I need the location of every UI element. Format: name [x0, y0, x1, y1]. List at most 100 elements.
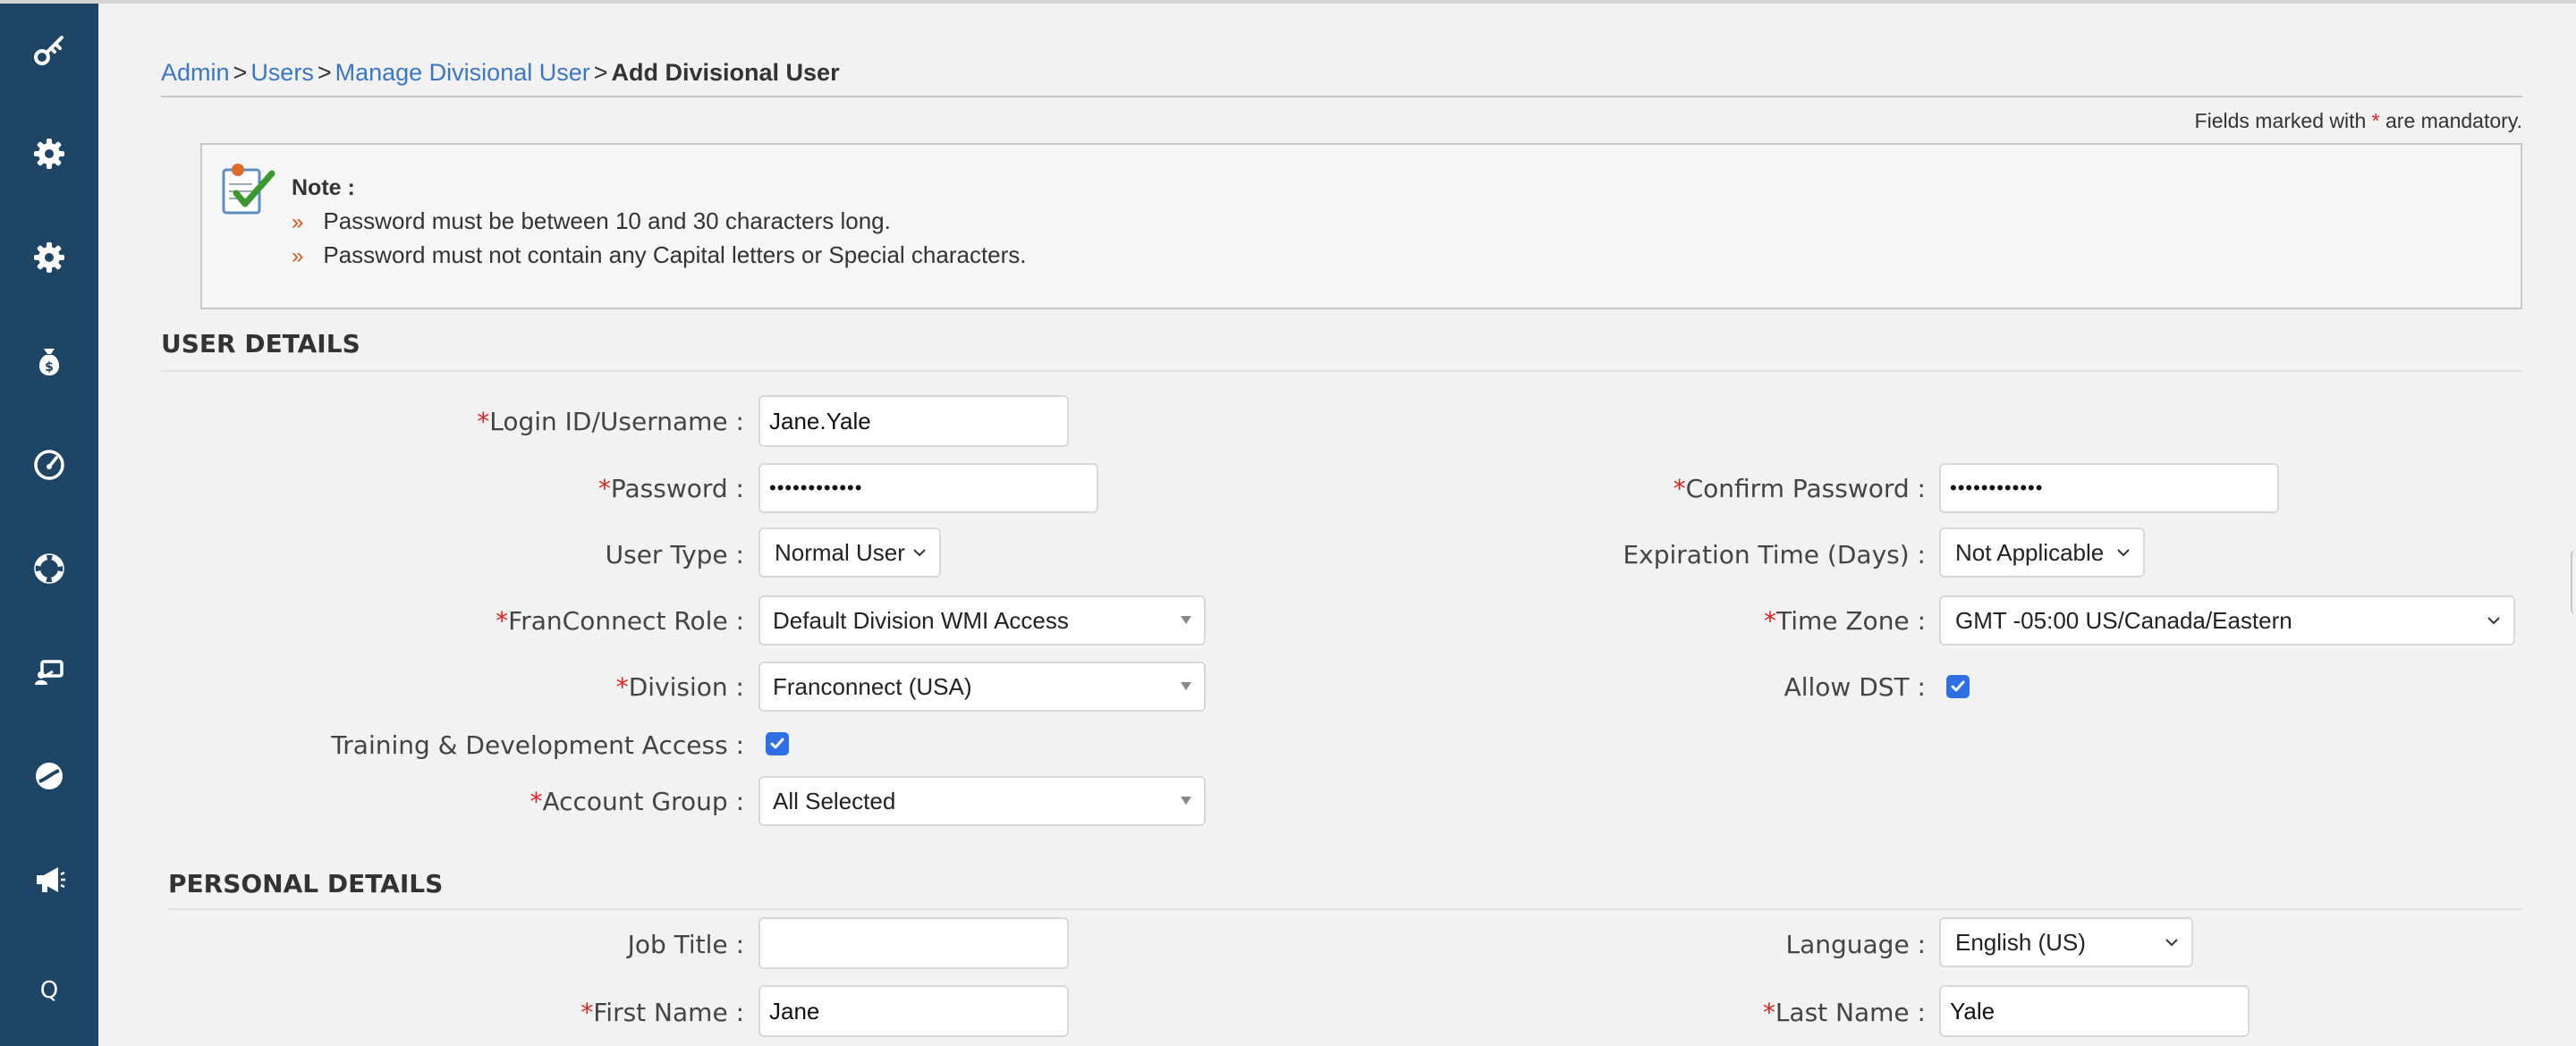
confirm-password-input[interactable]: •••••••••••• — [1939, 463, 2279, 513]
mandatory-hint: Fields marked with * are mandatory. — [2195, 109, 2522, 133]
franconnect-role-select[interactable]: Default Division WMI Access — [758, 595, 1206, 645]
bullet-mark: » — [292, 210, 304, 234]
mandatory-prefix: Fields marked with — [2194, 109, 2367, 132]
user-type-label: User Type : — [605, 540, 744, 569]
user-details-heading: USER DETAILS — [161, 329, 360, 359]
required-mark: * — [477, 407, 490, 436]
sidebar: $ Q — [0, 4, 98, 1046]
required-mark: * — [1673, 474, 1686, 503]
breadcrumb-users[interactable]: Users — [250, 59, 314, 86]
dropdown-arrow-icon — [1181, 616, 1191, 624]
chevron-down-icon — [2487, 617, 2500, 625]
note-item-text: Password must not contain any Capital le… — [323, 241, 1027, 268]
franconnect-role-value: Default Division WMI Access — [773, 606, 1069, 634]
division-label-text: Division : — [628, 672, 744, 702]
breadcrumb-separator: > — [593, 59, 608, 86]
note-box: Note : » Password must be between 10 and … — [200, 143, 2522, 309]
time-zone-select[interactable]: GMT -05:00 US/Canada/Eastern — [1939, 595, 2515, 645]
password-input[interactable]: •••••••••••• — [758, 463, 1098, 513]
breadcrumb-admin[interactable]: Admin — [161, 59, 230, 86]
account-group-value: All Selected — [773, 787, 896, 814]
bullet-mark: » — [292, 244, 304, 268]
required-mark: * — [597, 474, 611, 503]
breadcrumb-separator: > — [233, 59, 248, 86]
breadcrumb-divider — [161, 96, 2522, 97]
dropdown-arrow-icon — [1181, 797, 1191, 805]
key-icon[interactable] — [24, 25, 74, 75]
checkmark-icon — [1951, 680, 1965, 692]
confirm-password-label-text: Confirm Password : — [1685, 474, 1926, 503]
breadcrumb-current: Add Divisional User — [611, 59, 840, 86]
last-name-label-text: Last Name : — [1775, 998, 1926, 1027]
top-shadow-line — [0, 0, 2576, 4]
section-divider — [161, 370, 2522, 372]
checkmark-icon — [770, 738, 784, 749]
training-access-label: Training & Development Access : — [331, 730, 744, 760]
note-item-text: Password must be between 10 and 30 chara… — [323, 207, 891, 234]
training-icon[interactable] — [24, 647, 74, 697]
last-name-label: *Last Name : — [1763, 998, 1926, 1027]
chevron-down-icon — [2117, 549, 2130, 557]
job-title-input[interactable] — [758, 917, 1069, 969]
login-label: *Login ID/Username : — [477, 407, 744, 436]
user-type-value: Normal User — [775, 538, 905, 566]
allow-dst-label: Allow DST : — [1784, 672, 1926, 702]
money-bag-icon[interactable]: $ — [24, 336, 74, 386]
gear-icon[interactable] — [24, 232, 74, 283]
megaphone-icon[interactable] — [24, 855, 74, 905]
chevron-down-icon — [2165, 939, 2178, 947]
language-label: Language : — [1785, 930, 1926, 959]
division-select[interactable]: Franconnect (USA) — [758, 662, 1206, 712]
first-name-input[interactable]: Jane — [758, 985, 1069, 1037]
confirm-password-label: *Confirm Password : — [1674, 474, 1926, 503]
login-username-input[interactable]: Jane.Yale — [758, 395, 1069, 447]
required-mark: * — [1763, 606, 1776, 636]
first-name-label: *First Name : — [580, 998, 744, 1027]
required-mark: * — [2371, 109, 2380, 132]
first-name-label-text: First Name : — [593, 998, 744, 1027]
personal-details-heading: PERSONAL DETAILS — [168, 869, 444, 898]
account-group-select[interactable]: All Selected — [758, 776, 1206, 826]
user-type-select[interactable]: Normal User — [758, 527, 941, 578]
note-item: » Password must be between 10 and 30 char… — [292, 207, 891, 235]
account-group-label: *Account Group : — [530, 787, 744, 816]
job-title-label: Job Title : — [627, 930, 744, 959]
expiration-label: Expiration Time (Days) : — [1623, 540, 1926, 569]
clipboard-check-icon — [218, 161, 277, 218]
allow-dst-checkbox[interactable] — [1946, 675, 1970, 698]
language-select[interactable]: English (US) — [1939, 917, 2193, 967]
q-icon[interactable]: Q — [24, 966, 74, 1016]
account-group-label-text: Account Group : — [542, 787, 744, 816]
breadcrumb: Admin > Users > Manage Divisional User > Add D… — [161, 59, 840, 87]
scrollbar-edge[interactable] — [2571, 551, 2576, 613]
breadcrumb-separator: > — [317, 59, 332, 86]
dashboard-icon[interactable] — [24, 440, 74, 490]
expiration-select[interactable]: Not Applicable — [1939, 527, 2145, 578]
lifebuoy-icon[interactable] — [24, 544, 74, 594]
chevron-down-icon — [913, 549, 926, 557]
required-mark: * — [580, 998, 594, 1027]
franconnect-role-label: *FranConnect Role : — [496, 606, 744, 636]
expiration-value: Not Applicable — [1955, 538, 2105, 566]
breadcrumb-manage-divisional-user[interactable]: Manage Divisional User — [335, 59, 590, 86]
note-item: » Password must not contain any Capital l… — [292, 241, 1027, 269]
required-mark: * — [530, 787, 543, 816]
franconnect-role-label-text: FranConnect Role : — [508, 606, 744, 636]
required-mark: * — [615, 672, 629, 702]
training-access-checkbox[interactable] — [766, 732, 789, 755]
sphere-icon[interactable] — [24, 751, 74, 801]
section-divider — [168, 908, 2522, 910]
dropdown-arrow-icon — [1181, 682, 1191, 690]
gear-icon[interactable] — [24, 129, 74, 179]
password-label-text: Password : — [610, 474, 744, 503]
required-mark: * — [496, 606, 509, 636]
password-label: *Password : — [598, 474, 744, 503]
required-mark: * — [1762, 998, 1775, 1027]
time-zone-label-text: Time Zone : — [1775, 606, 1926, 636]
note-title: Note : — [292, 175, 355, 200]
q-label: Q — [39, 977, 59, 1004]
mandatory-suffix: are mandatory. — [2385, 109, 2522, 132]
division-label: *Division : — [616, 672, 744, 702]
last-name-input[interactable]: Yale — [1939, 985, 2250, 1037]
login-label-text: Login ID/Username : — [489, 407, 744, 436]
